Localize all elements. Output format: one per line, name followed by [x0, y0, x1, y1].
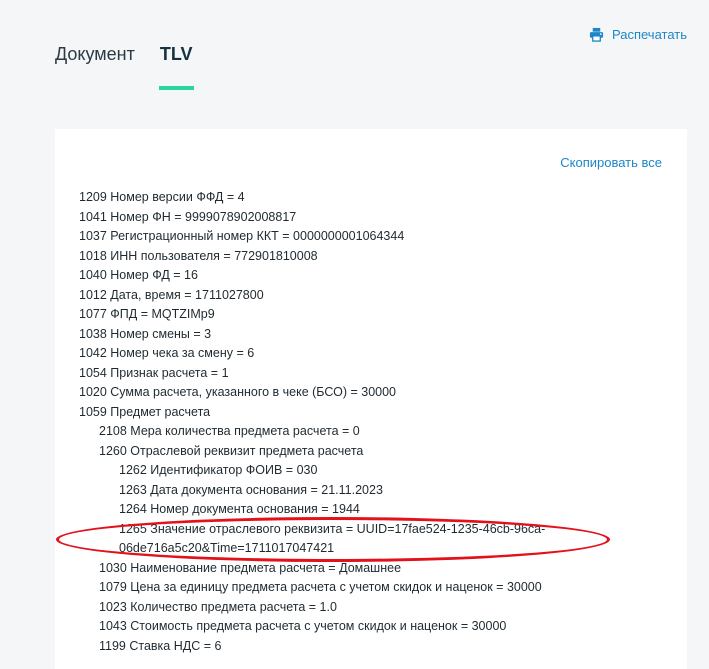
tlv-line: 1263 Дата документа основания = 21.11.20…	[119, 482, 383, 497]
tlv-line: 1079 Цена за единицу предмета расчета с …	[99, 580, 542, 594]
tab-tlv[interactable]: TLV	[158, 44, 194, 90]
tlv-line: 1041 Номер ФН = 9999078902008817	[79, 209, 297, 224]
print-button[interactable]: Распечатать	[589, 27, 687, 42]
print-label: Распечатать	[611, 27, 687, 42]
tlv-line: 1054 Признак расчета = 1	[79, 365, 229, 380]
tlv-line: 1018 ИНН пользователя = 772901810008	[79, 248, 318, 263]
tlv-line: 1260 Отраслевой реквизит предмета расчет…	[99, 443, 364, 458]
tab-document[interactable]: Документ	[55, 44, 135, 64]
tlv-line: 1262 Идентификатор ФОИВ = 030	[119, 463, 318, 477]
tlv-line: 1012 Дата, время = 1711027800	[79, 287, 264, 302]
tlv-line: 1199 Ставка НДС = 6	[99, 638, 222, 653]
tlv-line: 1037 Регистрационный номер ККТ = 0000000…	[79, 229, 405, 243]
tlv-line: 1030 Наименование предмета расчета = Дом…	[99, 560, 402, 575]
tlv-card: Скопировать все 1209 Номер версии ФФД = …	[55, 129, 687, 669]
tlv-line: 1059 Предмет расчета	[79, 404, 211, 419]
tlv-line: 1040 Номер ФД = 16	[79, 268, 198, 282]
tlv-line: 1043 Стоимость предмета расчета с учетом…	[99, 619, 507, 633]
tlv-line: 1020 Сумма расчета, указанного в чеке (Б…	[79, 385, 397, 399]
tlv-line: 1265 Значение отраслевого реквизита = UU…	[119, 521, 546, 556]
tlv-list: 1209 Номер версии ФФД = 4 1041 Номер ФН =…	[79, 188, 559, 656]
printer-icon	[589, 27, 604, 42]
copy-all-button[interactable]: Скопировать все	[560, 155, 662, 170]
tab-bar: Документ TLV	[55, 44, 194, 90]
tlv-line: 1023 Количество предмета расчета = 1.0	[99, 599, 337, 614]
tlv-line: 1077 ФПД = MQTZIMp9	[79, 307, 215, 321]
tlv-line: 1038 Номер смены = 3	[79, 326, 212, 341]
tlv-line: 1209 Номер версии ФФД = 4	[79, 190, 245, 204]
tlv-line: 2108 Мера количества предмета расчета = …	[99, 424, 360, 438]
tlv-line: 1264 Номер документа основания = 1944	[119, 502, 360, 516]
tlv-line: 1042 Номер чека за смену = 6	[79, 346, 255, 360]
